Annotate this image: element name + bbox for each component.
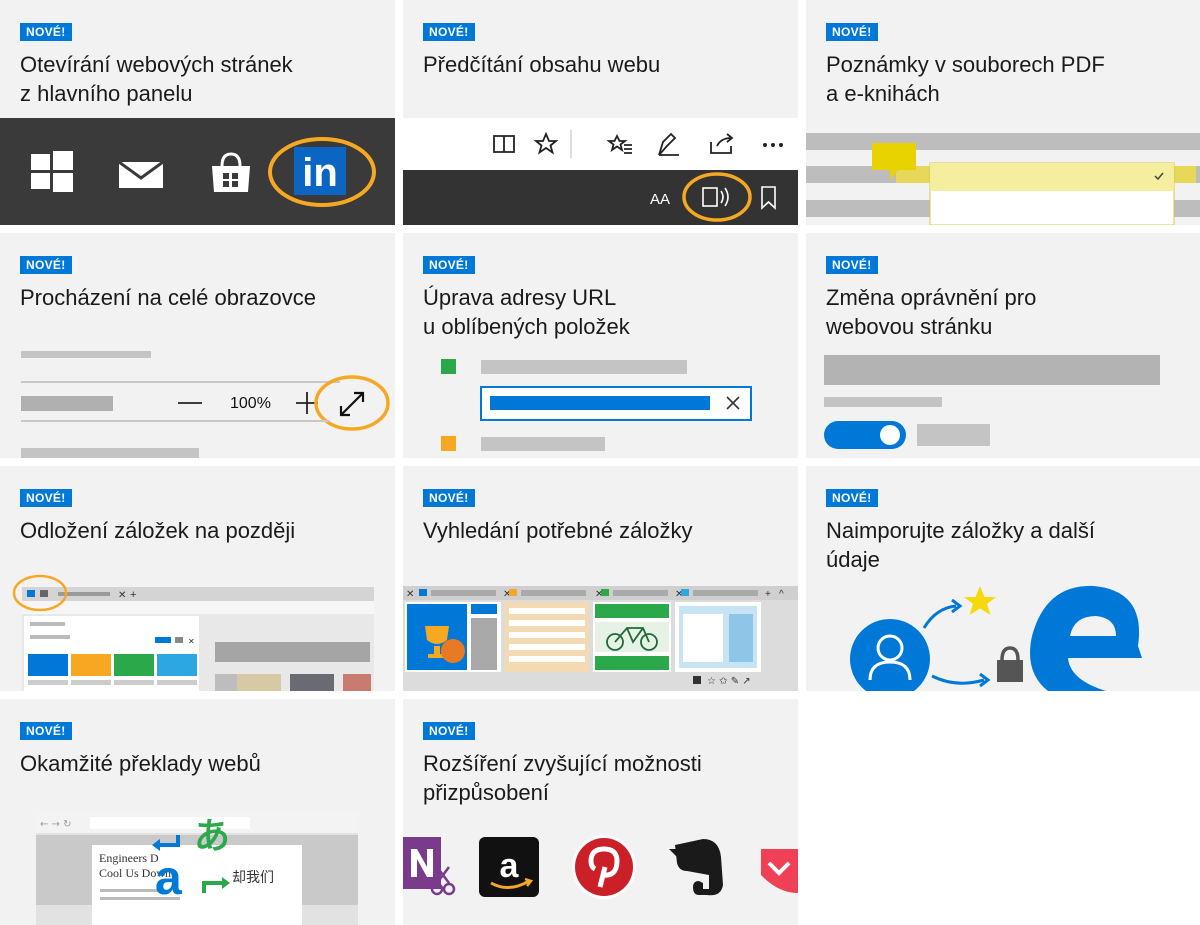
favorites-illustration: [403, 351, 798, 458]
evernote-icon: [669, 839, 723, 896]
lock-icon: [997, 646, 1023, 682]
svg-text:in: in: [302, 151, 338, 195]
amazon-icon: a: [479, 837, 539, 897]
pdf-note-illustration: [806, 118, 1200, 225]
svg-text:✕: ✕: [406, 589, 414, 600]
tile-title: Okamžité překlady webů: [20, 751, 261, 776]
tile-permissions[interactable]: NOVÉ! Změna oprávnění pro webovou stránk…: [806, 233, 1200, 458]
tile-read-aloud[interactable]: NOVÉ! Předčítání obsahu webu AA: [403, 0, 798, 225]
tile-tab-preview[interactable]: NOVÉ! Vyhledání potřebné záložky ✕ ✕ ✕ ✕ + ^: [403, 466, 798, 691]
new-badge: NOVÉ!: [423, 256, 475, 274]
tile-title: Otevírání webových stránek z hlavního pa…: [20, 52, 293, 106]
svg-text:✕: ✕: [188, 637, 195, 646]
pocket-icon: [761, 849, 798, 893]
svg-text:← → ↻: ← → ↻: [40, 819, 72, 830]
user-icon: [850, 619, 930, 691]
linkedin-icon: in: [294, 147, 346, 195]
chinese-text: 却我们: [232, 870, 274, 886]
tile-title: Naimporujte záložky a další údaje: [826, 518, 1096, 572]
basketball-icon: [441, 639, 465, 663]
star-icon: [964, 586, 996, 615]
new-badge: NOVÉ!: [826, 256, 878, 274]
tile-title: Rozšíření zvyšující možnosti přizpůsoben…: [423, 751, 702, 805]
permissions-illustration: [806, 351, 1200, 458]
new-badge: NOVÉ!: [423, 489, 475, 507]
tile-title: Poznámky v souborech PDF a e-knihách: [826, 52, 1105, 106]
onenote-clipper-icon: [403, 837, 456, 896]
new-badge: NOVÉ!: [826, 489, 878, 507]
zoom-level: 100%: [230, 395, 271, 412]
new-badge: NOVÉ!: [423, 722, 475, 740]
import-illustration: [806, 576, 1200, 691]
tile-extensions[interactable]: NOVÉ! Rozšíření zvyšující možnosti přizp…: [403, 699, 798, 925]
new-badge: NOVÉ!: [20, 722, 72, 740]
fullscreen-icon: [339, 391, 365, 417]
font-size-icon: AA: [650, 191, 670, 208]
new-badge: NOVÉ!: [20, 256, 72, 274]
svg-text:a: a: [500, 847, 520, 885]
new-badge: NOVÉ!: [20, 23, 72, 41]
svg-text:☆ ✩ ✎ ↗: ☆ ✩ ✎ ↗: [707, 676, 751, 687]
more-icon: [763, 143, 783, 147]
tile-title: Vyhledání potřebné záložky: [423, 518, 693, 543]
tile-linkedin[interactable]: NOVÉ! Otevírání webových stránek z hlavn…: [0, 0, 395, 225]
new-badge: NOVÉ!: [423, 23, 475, 41]
taskbar-illustration: in: [0, 118, 395, 225]
glyph-ja: あ: [194, 816, 231, 857]
new-badge: NOVÉ!: [20, 489, 72, 507]
zoom-illustration: 100%: [0, 348, 395, 458]
tile-title: Procházení na celé obrazovce: [20, 285, 316, 310]
tab-preview-illustration: ✕ ✕ ✕ ✕ + ^ ☆ ✩ ✎ ↗: [403, 586, 798, 691]
toolbar-illustration: AA: [403, 118, 798, 225]
tile-tabs-aside[interactable]: NOVÉ! Odložení záložek na později ✕ + ✕: [0, 466, 395, 691]
edge-logo-icon: [1030, 585, 1142, 691]
tile-pdf-notes[interactable]: NOVÉ! Poznámky v souborech PDF a e-knihá…: [806, 0, 1200, 225]
tile-edit-url[interactable]: NOVÉ! Úprava adresy URL u oblíbených pol…: [403, 233, 798, 458]
svg-text:^: ^: [779, 589, 784, 600]
mail-icon: [118, 160, 164, 188]
pinterest-icon: [572, 835, 636, 899]
tile-title: Změna oprávnění pro webovou stránku: [826, 285, 1037, 339]
extensions-illustration: a: [403, 831, 798, 925]
new-tab-icon: +: [130, 589, 136, 601]
tile-fullscreen[interactable]: NOVÉ! Procházení na celé obrazovce 100%: [0, 233, 395, 458]
tabs-aside-illustration: ✕ + ✕: [0, 572, 395, 691]
translate-illustration: ← → ↻ Engineers D Cool Us Down 却我们 あ a: [0, 809, 395, 925]
tab-close-icon: ✕: [118, 590, 126, 601]
tile-title: Předčítání obsahu webu: [423, 52, 661, 77]
tile-translate[interactable]: NOVÉ! Okamžité překlady webů ← → ↻ Engin…: [0, 699, 395, 925]
glyph-latin: a: [155, 852, 182, 905]
svg-text:+: +: [765, 589, 771, 600]
tile-title: Úprava adresy URL u oblíbených položek: [423, 285, 630, 339]
tile-import[interactable]: NOVÉ! Naimporujte záložky a další údaje: [806, 466, 1200, 691]
tile-title: Odložení záložek na později: [20, 518, 296, 543]
new-badge: NOVÉ!: [826, 23, 878, 41]
